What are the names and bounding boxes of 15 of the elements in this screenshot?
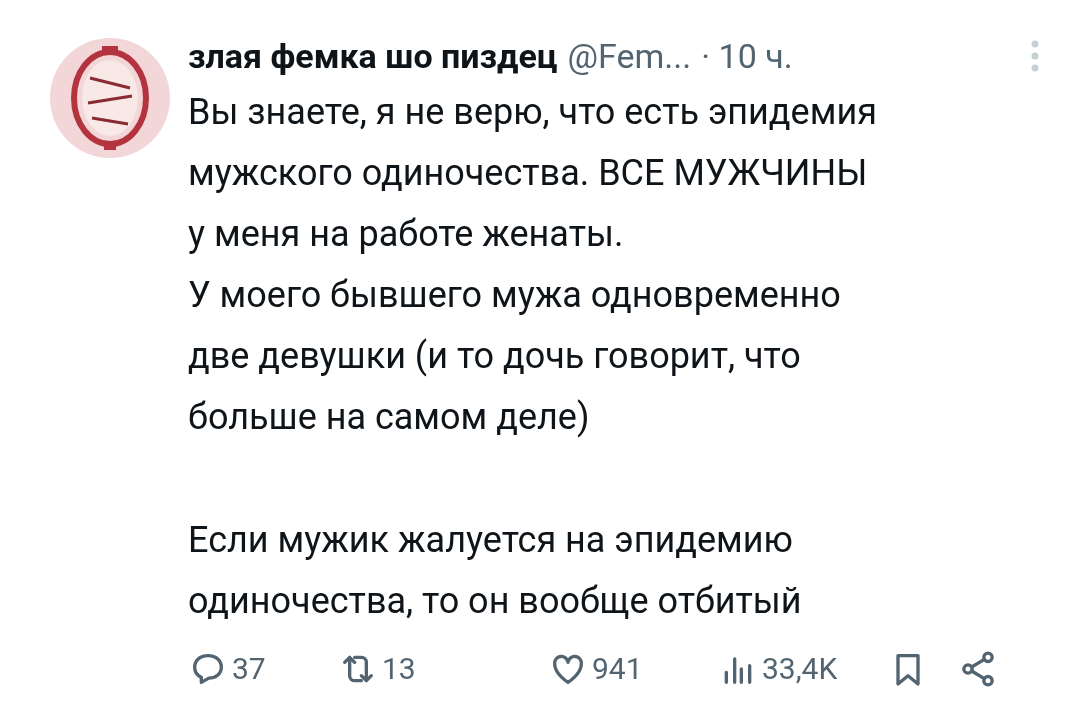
post-text-line: мужского одиночества. ВСЕ МУЖЧИНЫ [188,151,869,196]
post-text-line: одиночества, то он вообще отбитый [188,579,803,624]
author-handle: @Fem... [567,35,692,78]
post-text-line: больше на самом деле) [188,395,591,440]
author-name[interactable]: злая фемка шо пиздец [188,30,558,82]
post-text-line: у меня на работе женаты. [188,212,625,257]
repost-button[interactable]: 13 [338,646,416,691]
like-button[interactable]: 941 [548,646,643,691]
post-text-line: Вы знаете, я не верю, что есть эпидемия [188,90,878,135]
reply-button[interactable]: 37 [188,646,266,691]
post-time: · 10 ч. [701,35,793,78]
views-button[interactable]: 33,4K [718,646,838,691]
post-text-line: Если мужик жалуется на эпидемию [188,518,794,563]
post-text-line: две девушки (и то дочь говорит, что [188,334,802,379]
post-text-line: У моего бывшего мужа одновременно [188,273,842,318]
